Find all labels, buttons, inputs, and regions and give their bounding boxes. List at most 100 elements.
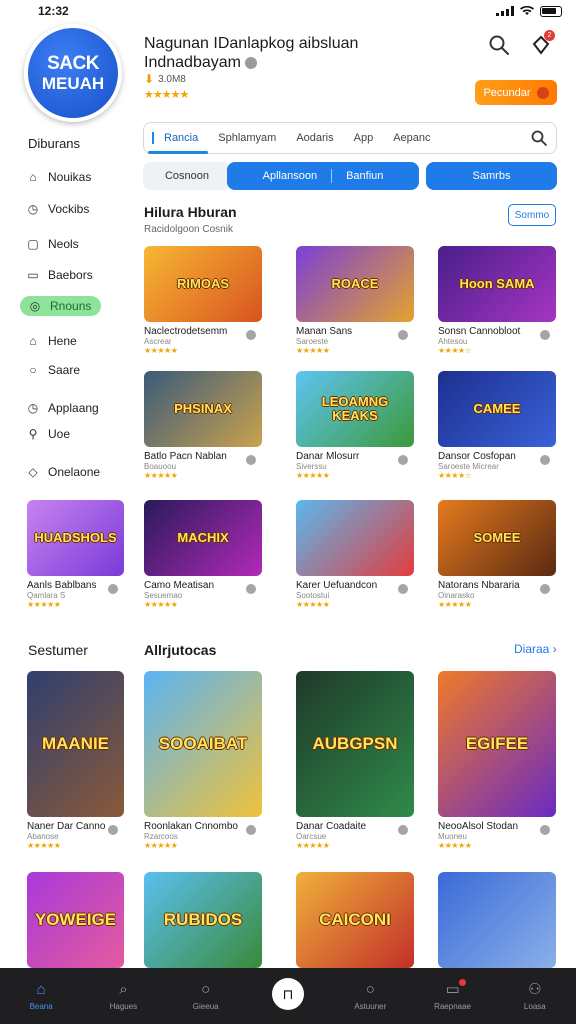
thumbnail-title: Hoon SAMA [459, 276, 535, 292]
app-thumbnail[interactable]: RIMOAS [144, 246, 262, 322]
nav-item[interactable]: ○ Astuuner [340, 981, 400, 1011]
app-thumbnail[interactable] [296, 500, 414, 576]
filter-chip-label: Banfiun [346, 170, 384, 182]
download-icon[interactable] [398, 825, 408, 835]
download-icon[interactable] [540, 455, 550, 465]
app-name: Sonsn Cannobloot [438, 326, 521, 337]
tab-app[interactable]: App [344, 132, 384, 144]
thumbnail-title: HUADSHOLS [34, 530, 117, 546]
app-card[interactable]: SOOAIBAT Roonlakan Cnnombo Rzarcoos ★★★★★ [144, 671, 262, 850]
app-meta: ⬇ 3.0M8 [144, 72, 186, 86]
app-thumbnail[interactable]: MACHIX [144, 500, 262, 576]
download-icon[interactable] [398, 455, 408, 465]
app-subtitle: Oarcsue [296, 832, 327, 841]
app-card[interactable]: RUBIDOS [144, 872, 262, 968]
app-subtitle: Sootostui [296, 591, 330, 600]
download-icon[interactable] [246, 584, 256, 594]
tab-rancia[interactable]: Rancia [152, 132, 208, 144]
app-card[interactable]: AUBGPSN Danar Coadaite Oarcsue ★★★★★ [296, 671, 414, 850]
app-card[interactable]: HUADSHOLS Aanls Bablbans Qamlara S ★★★★★ [27, 500, 124, 609]
download-icon[interactable] [540, 330, 550, 340]
download-icon[interactable] [398, 330, 408, 340]
app-card[interactable]: CAMEE Dansor Cosfopan Saroeste Micrear ★★★★… [438, 371, 556, 480]
download-icon[interactable] [108, 584, 118, 594]
sidebar-item[interactable]: ◇ Onelaone [26, 465, 100, 479]
app-thumbnail[interactable]: SOMEE [438, 500, 556, 576]
app-thumbnail[interactable]: RUBIDOS [144, 872, 262, 968]
section-subtitle: Racidolgoon Cosnik [144, 224, 233, 235]
bottom-navigation: ⌂ Beana ⌕ Hagues ○ Gieeua ⊓ ○ Astuuner ▭ Raepnaae ⚇… [0, 968, 576, 1024]
filter-chip-cosnoon[interactable]: Cosnoon [143, 162, 231, 190]
app-card[interactable]: Hoon SAMA Sonsn Cannobloot Ahtesou ★★★★☆ [438, 246, 556, 355]
center-action-icon[interactable]: ⊓ [271, 978, 304, 1010]
app-thumbnail[interactable]: AUBGPSN [296, 671, 414, 817]
app-thumbnail[interactable]: CAMEE [438, 371, 556, 447]
app-thumbnail[interactable]: EGIFEE [438, 671, 556, 817]
download-icon[interactable] [246, 455, 256, 465]
sidebar-item[interactable]: ◷ Vockibs [26, 202, 90, 216]
app-thumbnail[interactable]: Hoon SAMA [438, 246, 556, 322]
tab-sphlamyam[interactable]: Sphlamyam [208, 132, 286, 144]
thumbnail-title: EGIFEE [465, 734, 529, 754]
app-card[interactable]: LEOAMNG KEAKS Danar Mlosurr Siverssu ★★★★★ [296, 371, 414, 480]
app-thumbnail[interactable]: CAICONI [296, 872, 414, 968]
app-thumbnail[interactable] [438, 872, 556, 968]
download-icon[interactable] [108, 825, 118, 835]
nav-item[interactable]: ⚇ Loasa [505, 981, 565, 1011]
app-thumbnail[interactable]: ROACE [296, 246, 414, 322]
nav-item[interactable]: ⌕ Hagues [93, 981, 153, 1011]
download-icon: ⬇ [144, 72, 155, 86]
sidebar-item[interactable]: ⌂ Nouikas [26, 170, 91, 184]
app-card[interactable]: RIMOAS Naclectrodetsemm Ascrear ★★★★★ [144, 246, 262, 355]
tab-aepanc[interactable]: Aepanc [383, 132, 440, 144]
download-icon[interactable] [398, 584, 408, 594]
download-icon[interactable] [246, 825, 256, 835]
app-thumbnail[interactable]: PHSINAX [144, 371, 262, 447]
download-icon[interactable] [246, 330, 256, 340]
square-icon: ▢ [27, 237, 39, 251]
nav-item[interactable]: ○ Gieeua [176, 981, 236, 1011]
nav-item[interactable]: ⌂ Beana [11, 981, 71, 1011]
sidebar-item[interactable]: ⌂ Hene [26, 334, 76, 348]
see-more-button[interactable]: Sommo [508, 204, 556, 226]
sidebar-item[interactable]: ◎ Rnouns [20, 296, 102, 316]
search-icon[interactable] [530, 129, 548, 147]
app-rating-stars: ★★★★★ [27, 841, 61, 850]
download-icon[interactable] [540, 825, 550, 835]
app-card[interactable]: MACHIX Camo Meatisan Sesuemao ★★★★★ [144, 500, 262, 609]
app-card[interactable]: PHSINAX Batlo Pacn Nablan Boauoou ★★★★★ [144, 371, 262, 480]
see-all-link[interactable]: Diaraa › [514, 642, 557, 656]
app-thumbnail[interactable]: HUADSHOLS [27, 500, 124, 576]
sidebar-item[interactable]: ▢ Neols [26, 237, 78, 251]
app-card[interactable]: YOWEIGE [27, 872, 124, 968]
filter-chip-samrbs[interactable]: Samrbs [426, 162, 557, 190]
promo-button[interactable]: Pecundar [475, 80, 557, 105]
tab-aodaris[interactable]: Aodaris [286, 132, 343, 144]
app-thumbnail[interactable]: SOOAIBAT [144, 671, 262, 817]
app-card[interactable]: Karer Uefuandcon Sootostui ★★★★★ [296, 500, 414, 609]
app-subtitle: Boauoou [144, 462, 177, 471]
app-thumbnail[interactable]: MAANIE [27, 671, 124, 817]
sidebar-item[interactable]: ◷ Applaang [26, 401, 99, 415]
app-card[interactable]: EGIFEE NeooAlsol Stodan Muoneu ★★★★★ [438, 671, 556, 850]
search-icon[interactable] [488, 34, 510, 56]
app-card[interactable]: SOMEE Natorans Nbararia Oinarasko ★★★★★ [438, 500, 556, 609]
filter-chip-apllansoon[interactable]: Apllansoon Banfiun [227, 162, 419, 190]
nav-item[interactable]: ⊓ [258, 978, 318, 1010]
sidebar-item[interactable]: ⚲ Uoe [26, 427, 70, 441]
sidebar-item[interactable]: ○ Saare [26, 363, 80, 377]
home-icon: ⌂ [29, 170, 37, 184]
app-name: Karer Uefuandcon [296, 580, 378, 591]
nav-item[interactable]: ▭ Raepnaae [423, 979, 483, 1011]
app-name: Natorans Nbararia [438, 580, 520, 591]
sidebar-item[interactable]: ▭ Baebors [26, 268, 92, 282]
app-card[interactable]: MAANIE Naner Dar Canno Abanose ★★★★★ [27, 671, 124, 850]
app-card[interactable]: CAICONI [296, 872, 414, 968]
app-thumbnail[interactable]: YOWEIGE [27, 872, 124, 968]
wifi-icon [520, 6, 534, 15]
app-name: Naclectrodetsemm [144, 326, 228, 337]
app-thumbnail[interactable]: LEOAMNG KEAKS [296, 371, 414, 447]
app-card[interactable] [438, 872, 556, 968]
download-icon[interactable] [540, 584, 550, 594]
app-card[interactable]: ROACE Manan Sans Saroeste ★★★★★ [296, 246, 414, 355]
